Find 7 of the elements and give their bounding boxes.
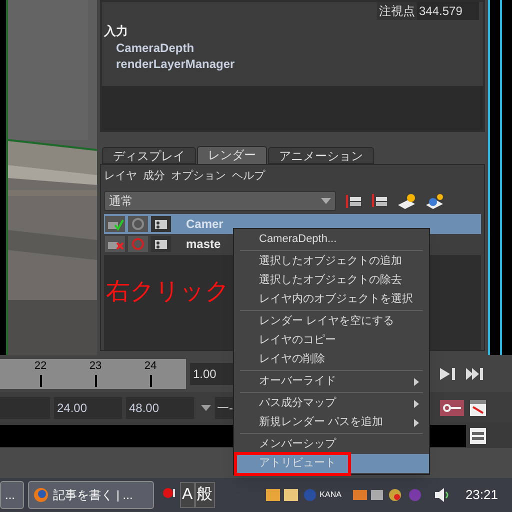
frame-number: 22: [34, 358, 47, 372]
annotation-text: 右クリック: [106, 278, 230, 306]
section-heading: 入力: [103, 23, 129, 40]
attribute-label: 注視点: [377, 2, 417, 20]
frame-number: 23: [89, 358, 102, 372]
frame-number: 24: [144, 358, 157, 372]
clock: 23:21: [465, 486, 498, 504]
